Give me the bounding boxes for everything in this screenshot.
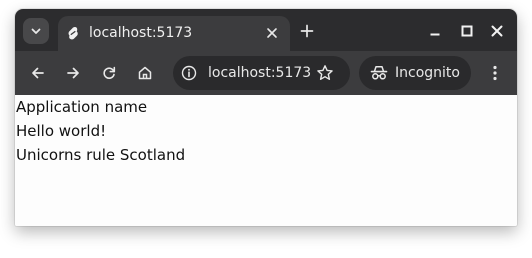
toolbar: localhost:5173 Incognito — [15, 51, 517, 95]
incognito-icon — [370, 66, 388, 80]
incognito-indicator[interactable]: Incognito — [359, 56, 471, 90]
minimize-button[interactable] — [425, 21, 445, 41]
tab-close-button[interactable] — [263, 24, 281, 42]
title-bar: localhost:5173 — [15, 9, 517, 51]
back-button[interactable] — [28, 63, 48, 83]
new-tab-button[interactable] — [297, 21, 317, 41]
browser-menu-button[interactable] — [485, 63, 505, 83]
minimize-icon — [430, 33, 440, 36]
greeting-text: Hello world! — [16, 122, 107, 140]
maximize-icon — [461, 25, 473, 37]
tab-search-button[interactable] — [23, 18, 49, 44]
browser-window: localhost:5173 localhost:5173 Incognito … — [15, 9, 517, 226]
reload-button[interactable] — [99, 63, 119, 83]
close-window-button[interactable] — [487, 21, 507, 41]
info-icon[interactable] — [181, 65, 197, 81]
tab-title: localhost:5173 — [89, 25, 193, 41]
more-vertical-icon — [493, 65, 497, 81]
chevron-down-icon — [31, 28, 41, 34]
arrow-right-icon — [67, 67, 79, 79]
message-text: Unicorns rule Scotland — [16, 146, 186, 164]
reload-icon — [103, 66, 116, 79]
home-icon — [138, 66, 152, 80]
close-icon — [267, 28, 277, 38]
incognito-label: Incognito — [395, 65, 460, 81]
close-icon — [491, 25, 503, 37]
svelte-logo-icon — [68, 27, 78, 40]
home-button[interactable] — [135, 63, 155, 83]
star-icon[interactable] — [316, 64, 334, 82]
app-name-text: Application name — [16, 98, 148, 116]
arrow-left-icon — [32, 67, 44, 79]
page-content: Application name Hello world! Unicorns r… — [15, 95, 517, 226]
url-text[interactable]: localhost:5173 — [208, 65, 311, 81]
maximize-button[interactable] — [457, 21, 477, 41]
forward-button[interactable] — [63, 63, 83, 83]
plus-icon — [300, 24, 314, 38]
active-tab[interactable]: localhost:5173 — [58, 16, 290, 51]
address-bar[interactable]: localhost:5173 — [173, 56, 350, 90]
